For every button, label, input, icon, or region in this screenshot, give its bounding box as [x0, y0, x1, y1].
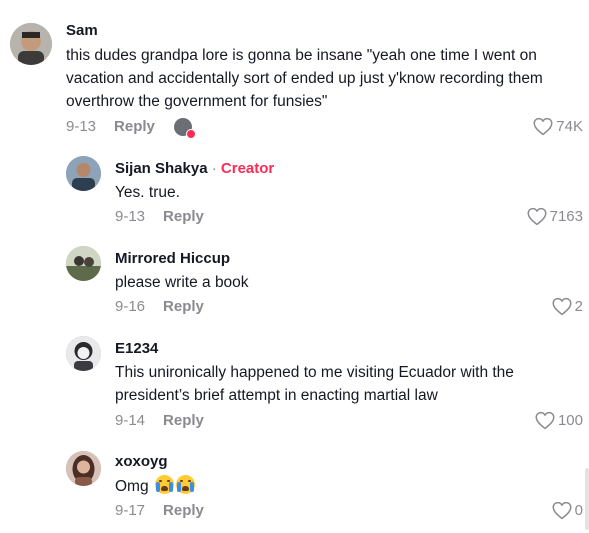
- like-button[interactable]: 2: [552, 297, 583, 316]
- reply-button[interactable]: Reply: [163, 412, 204, 429]
- comment-text: this dudes grandpa lore is gonna be insa…: [66, 47, 543, 110]
- avatar[interactable]: [66, 451, 101, 486]
- loudly-crying-face-emoji: [154, 475, 174, 494]
- like-button[interactable]: 0: [552, 501, 583, 520]
- like-button[interactable]: 74K: [533, 117, 583, 136]
- like-count: 2: [574, 298, 583, 315]
- like-button[interactable]: 100: [535, 411, 583, 430]
- reply-button[interactable]: Reply: [163, 502, 204, 519]
- avatar[interactable]: [66, 246, 101, 281]
- comment-author: Sijan Shakya · Creator: [115, 160, 274, 177]
- comment-date: 9-14: [115, 412, 146, 429]
- avatar-photo: [66, 336, 101, 371]
- comment-date: 9-13: [66, 118, 97, 135]
- comment-author[interactable]: E1234: [115, 340, 158, 357]
- avatar-photo: [66, 451, 101, 486]
- comment-text-content: Omg: [115, 478, 149, 495]
- avatar[interactable]: [66, 156, 101, 191]
- heart-outline-icon: [535, 411, 555, 430]
- like-count: 74K: [556, 118, 583, 135]
- comment-meta: 9-16 Reply: [115, 298, 204, 315]
- avatar-photo: [10, 23, 52, 65]
- reply-button[interactable]: Reply: [163, 208, 204, 225]
- heart-outline-icon: [527, 207, 547, 226]
- heart-outline-icon: [552, 297, 572, 316]
- comment-meta: 9-14 Reply: [115, 412, 204, 429]
- reply-button[interactable]: Reply: [114, 118, 155, 135]
- creator-liked-avatar-icon: [174, 118, 196, 139]
- comment-text: Omg: [115, 475, 565, 498]
- like-count: 7163: [549, 208, 583, 225]
- heart-outline-icon: [533, 117, 553, 136]
- comment-meta: 9-17 Reply: [115, 502, 204, 519]
- like-count: 0: [574, 502, 583, 519]
- comment-author[interactable]: xoxoyg: [115, 453, 168, 470]
- comment-text: please write a book: [115, 274, 249, 291]
- heart-badge-icon: [186, 129, 196, 139]
- reply-button[interactable]: Reply: [163, 298, 204, 315]
- comment-date: 9-16: [115, 298, 146, 315]
- scrollbar[interactable]: [585, 468, 589, 530]
- loudly-crying-face-emoji: [175, 475, 195, 494]
- heart-outline-icon: [552, 501, 572, 520]
- creator-badge: Creator: [220, 160, 275, 177]
- comment-author[interactable]: Sam: [66, 22, 98, 39]
- avatar-photo: [66, 156, 101, 191]
- avatar[interactable]: [10, 23, 52, 65]
- comment-meta: 9-13 Reply: [115, 208, 204, 225]
- author-name[interactable]: Sijan Shakya: [115, 160, 208, 177]
- avatar-photo: [66, 246, 101, 281]
- avatar[interactable]: [66, 336, 101, 371]
- like-button[interactable]: 7163: [527, 207, 583, 226]
- comment-text: This unironically happened to me visitin…: [115, 364, 514, 404]
- separator: ·: [211, 160, 217, 177]
- comment-author[interactable]: Mirrored Hiccup: [115, 250, 230, 267]
- comment-date: 9-17: [115, 502, 146, 519]
- comment-meta: 9-13 Reply: [66, 118, 155, 135]
- like-count: 100: [557, 412, 583, 429]
- comment-date: 9-13: [115, 208, 146, 225]
- comment-text: Yes. true.: [115, 184, 180, 201]
